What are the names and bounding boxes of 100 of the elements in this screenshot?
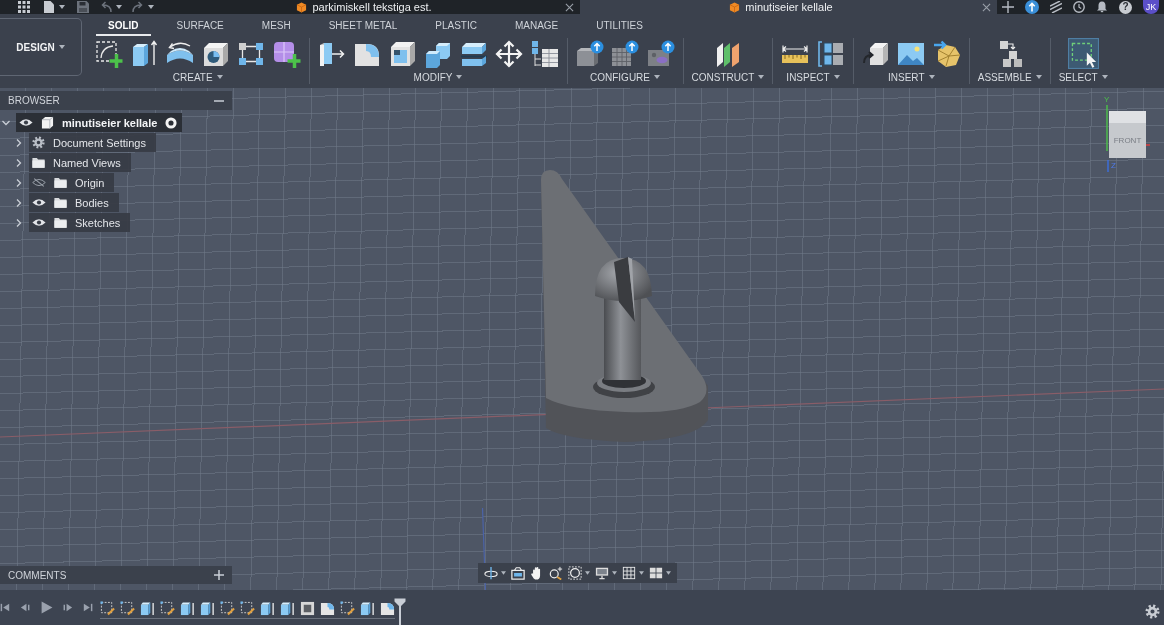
caret-icon[interactable] — [666, 571, 671, 575]
apps-grid-icon[interactable] — [18, 1, 30, 13]
mesh-arrow-icon[interactable] — [932, 39, 961, 68]
monitor-icon[interactable] — [595, 566, 609, 580]
group-menu[interactable]: CREATE — [172, 70, 223, 84]
eye-icon[interactable] — [32, 198, 46, 207]
rounded-corner-icon[interactable] — [380, 600, 395, 616]
toolbar-tab[interactable]: SOLID — [96, 18, 151, 36]
plus-icon[interactable] — [1002, 1, 1014, 13]
zoom-icon[interactable] — [549, 566, 563, 580]
box-arrow-icon[interactable] — [130, 39, 159, 68]
play-icon[interactable] — [40, 601, 53, 614]
toolbar-tab[interactable]: PLASTIC — [423, 18, 489, 36]
close-icon[interactable] — [565, 2, 574, 12]
box-icon[interactable] — [280, 600, 295, 616]
window-icon[interactable] — [511, 566, 525, 580]
move-arrows-icon[interactable] — [495, 39, 523, 68]
selection-cursor-icon[interactable] — [1067, 38, 1099, 69]
caret-icon[interactable] — [612, 571, 617, 575]
fit-frame-icon[interactable] — [568, 566, 582, 580]
orbit-icon[interactable] — [484, 566, 498, 580]
caret-icon — [1101, 75, 1108, 79]
toolbar-tab[interactable]: MANAGE — [502, 18, 571, 36]
radio-icon[interactable] — [165, 116, 178, 129]
box-icon[interactable] — [360, 600, 375, 616]
four-panes-icon[interactable] — [649, 566, 663, 580]
playhead[interactable] — [394, 598, 406, 625]
close-icon[interactable] — [982, 2, 991, 12]
clock-icon[interactable] — [1073, 1, 1085, 13]
box-icon[interactable] — [140, 600, 155, 616]
caret-icon[interactable] — [639, 571, 644, 575]
toolbar-tab[interactable]: SURFACE — [164, 18, 236, 36]
caret-icon[interactable] — [585, 571, 590, 575]
group-menu[interactable]: INSPECT — [786, 70, 840, 84]
group-menu[interactable]: INSERT — [888, 70, 935, 84]
group-menu[interactable]: CONSTRUCT — [691, 70, 765, 84]
diagonal-stripes-icon[interactable] — [1050, 1, 1062, 13]
box-icon[interactable] — [200, 600, 215, 616]
redo-icon[interactable] — [132, 1, 144, 13]
tree-item[interactable]: Bodies — [29, 193, 119, 212]
box-icon[interactable] — [260, 600, 275, 616]
group-menu[interactable]: MODIFY — [413, 70, 463, 84]
dashed-frame-pencil-icon[interactable] — [220, 600, 235, 616]
upload-arrow-icon[interactable] — [1025, 0, 1039, 14]
user-avatar[interactable]: JK — [1143, 0, 1159, 14]
folder-icon — [54, 196, 67, 209]
rounded-corner-icon[interactable] — [320, 600, 335, 616]
table-icon[interactable] — [530, 39, 559, 68]
toolbar-tab[interactable]: SHEET METAL — [316, 18, 410, 36]
skip-back-icon[interactable] — [0, 602, 11, 613]
grid-icon[interactable] — [622, 566, 636, 580]
chevron-icon[interactable] — [14, 177, 24, 188]
chevron-icon[interactable] — [14, 137, 24, 148]
panel-title: COMMENTS — [8, 569, 67, 581]
dashed-frame-pencil-icon[interactable] — [100, 600, 115, 616]
eye-icon[interactable] — [19, 118, 33, 127]
toolbar-tab[interactable]: MESH — [249, 18, 303, 36]
document-tab[interactable]: minutiseier kellale — [580, 0, 997, 14]
caret-icon — [928, 75, 935, 79]
hollow-box-icon[interactable] — [388, 39, 417, 68]
settings-icon[interactable] — [1145, 604, 1160, 619]
box-icon[interactable] — [180, 600, 195, 616]
tree-item[interactable]: Origin — [29, 173, 115, 192]
caret-icon — [456, 75, 463, 79]
dashed-square-plus-icon[interactable] — [95, 39, 123, 68]
eye-slash-icon[interactable] — [32, 178, 46, 187]
hollow-square-icon[interactable] — [300, 600, 315, 616]
caret-icon — [654, 75, 660, 79]
workspace-button[interactable]: DESIGN — [0, 18, 82, 76]
group-menu[interactable]: ASSEMBLE — [977, 70, 1042, 84]
chevron-icon[interactable] — [14, 217, 24, 228]
bell-icon[interactable] — [1096, 1, 1108, 13]
dashed-frame-pencil-icon[interactable] — [240, 600, 255, 616]
grid-upload-icon[interactable] — [611, 39, 639, 68]
group-menu[interactable]: CONFIGURE — [590, 70, 660, 84]
undo-icon[interactable] — [100, 1, 112, 13]
dashed-frame-pencil-icon[interactable] — [120, 600, 135, 616]
eye-icon[interactable] — [32, 218, 46, 227]
toolbar-tab[interactable]: UTILITIES — [584, 18, 655, 36]
x-axis-line — [1146, 144, 1150, 146]
tree-item[interactable]: Document Settings — [29, 133, 156, 152]
chevron-icon[interactable] — [14, 197, 24, 208]
tree-item[interactable]: minutiseier kellale — [16, 113, 183, 132]
dashed-frame-pencil-icon[interactable] — [160, 600, 175, 616]
tree-item[interactable]: Sketches — [29, 213, 131, 232]
tree-item[interactable]: Named Views — [29, 153, 131, 172]
group-menu[interactable]: SELECT — [1058, 70, 1108, 84]
grid-bracket-icon[interactable] — [816, 39, 845, 68]
step-forward-icon[interactable] — [62, 602, 73, 613]
block-upload-icon[interactable] — [575, 39, 604, 68]
plate-upload-icon[interactable] — [646, 39, 675, 68]
dashed-frame-pencil-icon[interactable] — [340, 600, 355, 616]
cube-plus-icon[interactable] — [272, 39, 301, 68]
skip-forward-icon[interactable] — [82, 602, 93, 613]
document-tab[interactable]: parkimiskell tekstiga est. — [163, 0, 580, 14]
chevron-icon[interactable] — [14, 157, 24, 168]
caret-icon[interactable] — [501, 571, 506, 575]
help-button[interactable]: ? — [1119, 0, 1132, 14]
step-back-icon[interactable] — [20, 602, 31, 613]
plus-icon[interactable] — [214, 570, 224, 580]
